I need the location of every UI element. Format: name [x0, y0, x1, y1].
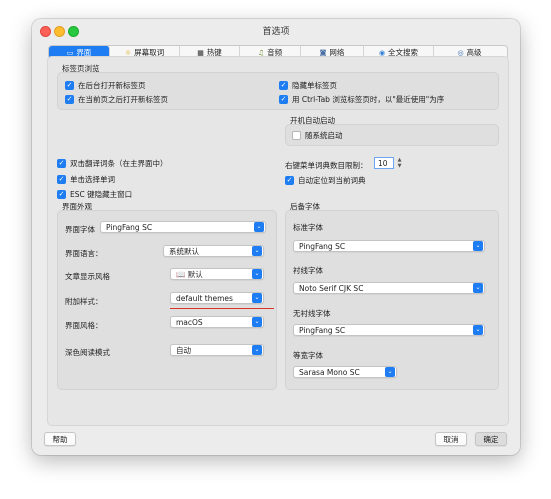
context-menu-limit-input[interactable]: 10 — [374, 157, 394, 169]
addon-style-select[interactable]: default themes ⌄ — [170, 292, 264, 304]
checkbox-label: 在后台打开新标签页 — [78, 81, 146, 90]
check-icon: ✓ — [279, 95, 288, 104]
chevron-down-icon: ⌄ — [473, 241, 483, 251]
standard-font-label: 标准字体 — [293, 223, 323, 232]
mono-font-label: 等宽字体 — [293, 351, 323, 360]
chevron-down-icon: ⌄ — [252, 246, 262, 256]
chevron-down-icon: ⌄ — [252, 345, 262, 355]
checkbox-label: ESC 键隐藏主窗口 — [70, 190, 133, 199]
chevron-down-icon: ⌄ — [473, 283, 483, 293]
title-bar: 首选项 — [32, 19, 520, 41]
check-icon: ✓ — [57, 190, 66, 199]
ui-language-select[interactable]: 系统默认 ⌄ — [163, 245, 264, 257]
open-in-background-checkbox[interactable]: ✓ 在后台打开新标签页 — [65, 80, 146, 91]
check-icon: ✓ — [65, 81, 74, 90]
chevron-down-icon: ⌄ — [385, 367, 395, 377]
checkbox-label: 自动定位到当前词典 — [298, 176, 366, 185]
cancel-button[interactable]: 取消 — [435, 432, 467, 446]
check-icon: ✓ — [57, 175, 66, 184]
standard-font-select[interactable]: PingFang SC ⌄ — [293, 240, 485, 252]
hide-single-tab-checkbox[interactable]: ✓ 隐藏单标签页 — [279, 80, 337, 91]
stepper-down-icon[interactable]: ▼ — [398, 163, 402, 169]
serif-font-label: 衬线字体 — [293, 266, 323, 275]
select-value: 自动 — [176, 345, 191, 355]
article-style-select[interactable]: 📖 默认 ⌄ — [170, 268, 264, 280]
auto-locate-checkbox[interactable]: ✓ 自动定位到当前词典 — [285, 175, 366, 186]
esc-hide-checkbox[interactable]: ✓ ESC 键隐藏主窗口 — [57, 189, 132, 200]
select-value: PingFang SC — [299, 241, 346, 251]
article-style-label: 文章显示风格 — [65, 272, 110, 281]
chevron-down-icon: ⌄ — [252, 293, 262, 303]
check-icon: ✓ — [65, 95, 74, 104]
chevron-down-icon: ⌄ — [254, 222, 264, 232]
dark-mode-select[interactable]: 自动 ⌄ — [170, 344, 264, 356]
mono-font-select[interactable]: Sarasa Mono SC ⌄ — [293, 366, 397, 378]
double-click-translate-checkbox[interactable]: ✓ 双击翻译词条（在主界面中） — [57, 158, 168, 169]
ui-style-label: 界面风格： — [65, 321, 103, 330]
checkbox-label: 隐藏单标签页 — [292, 81, 337, 90]
ui-font-label: 界面字体 — [65, 225, 95, 234]
sans-font-label: 无衬线字体 — [293, 309, 331, 318]
checkbox-label: 双击翻译词条（在主界面中） — [70, 159, 168, 168]
checkbox-label: 随系统启动 — [305, 131, 343, 140]
select-value: PingFang SC — [106, 222, 153, 232]
ctrl-tab-mru-checkbox[interactable]: ✓ 用 Ctrl-Tab 浏览标签页时，以"最近使用"为序 — [279, 94, 444, 105]
chevron-down-icon: ⌄ — [252, 317, 262, 327]
select-value: default themes — [176, 293, 233, 303]
addon-style-label: 附加样式： — [65, 297, 103, 306]
select-value: 系统默认 — [169, 246, 199, 256]
ui-style-select[interactable]: macOS ⌄ — [170, 316, 264, 328]
window-title: 首选项 — [262, 27, 290, 37]
context-menu-limit-label: 右键菜单词典数目限制： — [285, 161, 368, 170]
checkbox-label: 在当前页之后打开新标签页 — [78, 95, 168, 104]
fallback-fonts-group — [285, 210, 499, 390]
select-value: Sarasa Mono SC — [299, 367, 360, 377]
open-after-current-checkbox[interactable]: ✓ 在当前页之后打开新标签页 — [65, 94, 168, 105]
check-icon: ✓ — [285, 176, 294, 185]
check-icon: ✓ — [57, 159, 66, 168]
annotation-underline — [170, 308, 274, 309]
ok-button[interactable]: 确定 — [475, 432, 507, 446]
chevron-down-icon: ⌄ — [473, 325, 483, 335]
context-menu-limit-stepper[interactable]: ▲ ▼ — [396, 156, 403, 170]
book-icon: 📖 — [176, 269, 186, 279]
ui-font-select[interactable]: PingFang SC ⌄ — [100, 221, 266, 233]
checkbox-box — [292, 131, 301, 140]
start-with-system-checkbox[interactable]: 随系统启动 — [292, 130, 343, 141]
select-value: PingFang SC — [299, 325, 346, 335]
dark-mode-label: 深色阅读模式 — [65, 348, 110, 357]
ui-language-label: 界面语言： — [65, 249, 103, 258]
select-value: 默认 — [187, 269, 203, 279]
help-button[interactable]: 帮助 — [44, 432, 76, 446]
checkbox-label: 单击选择单词 — [70, 175, 115, 184]
sans-font-select[interactable]: PingFang SC ⌄ — [293, 324, 485, 336]
checkbox-label: 用 Ctrl-Tab 浏览标签页时，以"最近使用"为序 — [292, 95, 445, 104]
serif-font-select[interactable]: Noto Serif CJK SC ⌄ — [293, 282, 485, 294]
single-click-select-checkbox[interactable]: ✓ 单击选择单词 — [57, 174, 115, 185]
chevron-down-icon: ⌄ — [252, 269, 262, 279]
select-value: Noto Serif CJK SC — [299, 283, 364, 293]
select-value: macOS — [176, 317, 203, 327]
check-icon: ✓ — [279, 81, 288, 90]
